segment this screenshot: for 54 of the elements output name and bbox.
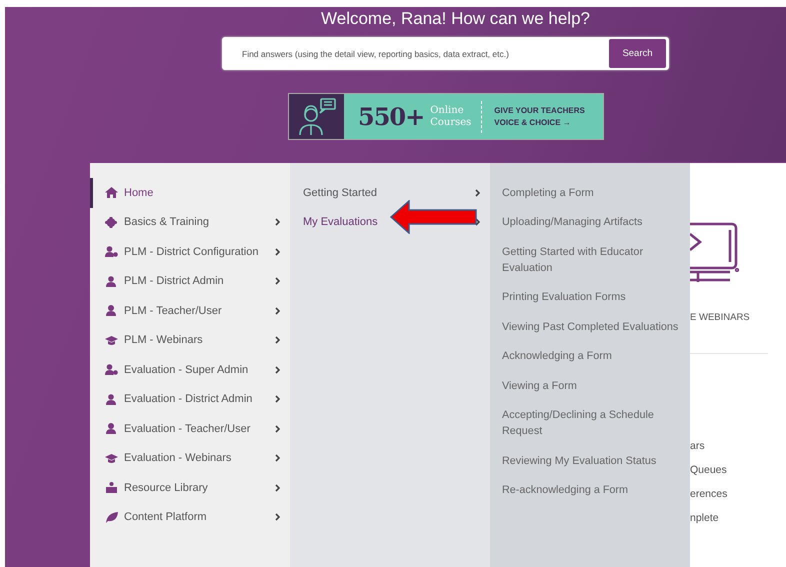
home-icon xyxy=(105,187,118,198)
chevron-right-icon xyxy=(275,277,280,286)
menu-item[interactable]: PLM - District Admin xyxy=(90,266,290,296)
teacher-speech-icon xyxy=(296,98,336,136)
menu-item[interactable]: Evaluation - Super Admin xyxy=(90,355,290,384)
article-link[interactable]: Uploading/Managing Artifacts xyxy=(502,208,686,237)
link-text[interactable]: nplete xyxy=(690,510,786,527)
chevron-right-icon xyxy=(275,336,280,344)
user-icon xyxy=(105,305,118,316)
leaf-icon xyxy=(105,512,118,523)
menu-item[interactable]: PLM - Webinars xyxy=(90,326,290,355)
chevron-right-icon xyxy=(275,424,280,433)
welcome-heading: Welcome, Rana! How can we help? xyxy=(320,8,591,30)
cap-icon xyxy=(105,452,118,464)
cta-text: GIVE YOUR TEACHERS xyxy=(494,104,585,116)
course-count: 550+ xyxy=(358,102,424,131)
menu-item[interactable]: Evaluation - District Admin xyxy=(90,384,290,414)
user-icon xyxy=(105,423,118,434)
cta-text: VOICE & CHOICE → xyxy=(494,116,572,128)
menu-item[interactable]: Content Platform xyxy=(90,502,290,532)
article-link[interactable]: Re-acknowledging a Form xyxy=(502,476,686,505)
chevron-right-icon xyxy=(275,306,280,315)
article-link[interactable]: Accepting/Declining a Schedule Request xyxy=(502,400,686,446)
card-title: E WEBINARS xyxy=(690,312,751,323)
chevron-right-icon xyxy=(275,484,280,492)
menu-item[interactable]: PLM - Teacher/User xyxy=(90,296,290,326)
chevron-right-icon xyxy=(275,248,280,256)
cap-icon xyxy=(105,334,118,346)
article-link[interactable]: Acknowledging a Form xyxy=(502,342,686,371)
menu-item[interactable]: Basics & Training xyxy=(90,208,290,237)
article-link[interactable]: Printing Evaluation Forms xyxy=(502,282,686,312)
article-link[interactable]: Viewing a Form xyxy=(502,371,686,400)
online-label: Online xyxy=(430,104,465,116)
menu-item[interactable]: PLM - District Configuration xyxy=(90,237,290,266)
chevron-right-icon xyxy=(275,454,280,462)
chevron-right-icon xyxy=(475,188,480,197)
link-text[interactable]: erences xyxy=(690,486,786,503)
chevron-right-icon xyxy=(275,395,280,404)
menu-item[interactable]: Resource Library xyxy=(90,473,290,502)
menu-item[interactable]: Evaluation - Teacher/User xyxy=(90,414,290,444)
chevron-right-icon xyxy=(275,366,280,374)
link-text[interactable]: Queues xyxy=(690,462,786,479)
search-button[interactable]: Search xyxy=(609,39,666,68)
link-text[interactable]: ars xyxy=(690,438,786,455)
submenu-item[interactable]: Getting Started xyxy=(290,178,490,208)
search-field[interactable]: Find answers (using the detail view, reporting basics, data extract, etc.) Search xyxy=(222,37,669,70)
chevron-right-icon xyxy=(275,218,280,226)
courses-label: Courses xyxy=(430,116,472,128)
article-link[interactable]: Getting Started with Educator Evaluation xyxy=(502,237,686,282)
article-link[interactable]: Reviewing My Evaluation Status xyxy=(502,446,686,476)
chevron-right-icon xyxy=(275,513,280,522)
article-link[interactable]: Completing a Form xyxy=(502,178,686,208)
article-link[interactable]: Viewing Past Completed Evaluations xyxy=(502,312,686,342)
menu-item[interactable]: Evaluation - Webinars xyxy=(90,444,290,473)
